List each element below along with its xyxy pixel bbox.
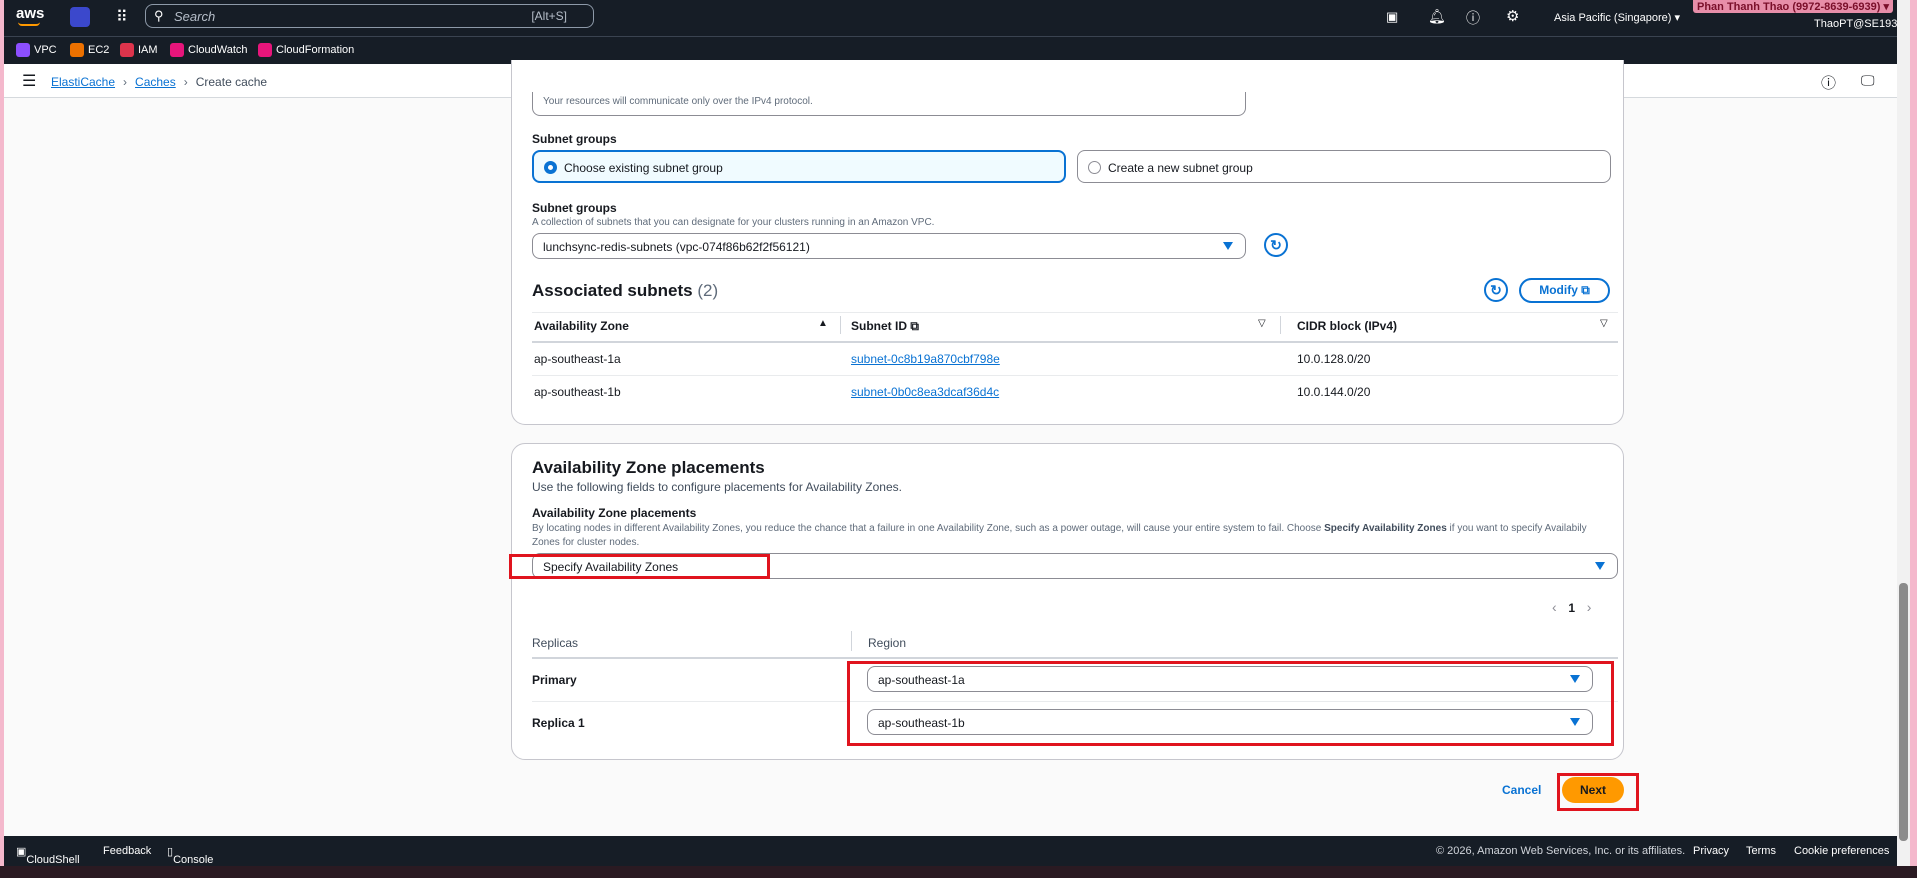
highlight-box	[509, 554, 770, 579]
search-placeholder: Search	[174, 9, 216, 24]
option-label: Create a new subnet group	[1108, 161, 1253, 175]
mobile-app-link[interactable]: ▯ Console Mobile App	[167, 845, 213, 866]
column-replicas: Replicas	[532, 636, 579, 650]
sort-icon[interactable]: ▽	[1258, 318, 1266, 329]
info-icon[interactable]: ⓘ	[1821, 72, 1836, 93]
subnet-select-label: Subnet groups	[532, 201, 617, 215]
sort-ascending-icon[interactable]: ▲	[818, 318, 828, 329]
breadcrumb-elasticache[interactable]: ElastiCache	[51, 75, 115, 89]
az-desc: Use the following fields to configure pl…	[532, 480, 902, 494]
iam-icon	[120, 43, 134, 57]
breadcrumb-current: Create cache	[195, 75, 268, 89]
radio-selected	[544, 161, 557, 174]
subnet-groups-label: Subnet groups	[532, 132, 617, 146]
favorite-iam[interactable]: IAM	[120, 43, 158, 57]
refresh-subnet-groups-button[interactable]: ↻	[1264, 233, 1288, 257]
menu-icon[interactable]: ☰	[22, 71, 36, 91]
bell-icon[interactable]: 🔔︎	[1428, 8, 1446, 25]
favorite-vpc[interactable]: VPC	[16, 43, 57, 57]
favorite-cloudformation[interactable]: CloudFormation	[258, 43, 354, 57]
search-input[interactable]: ⚲ Search [Alt+S]	[145, 4, 594, 28]
feedback-link[interactable]: Feedback	[103, 845, 151, 857]
external-link-icon: ⧉	[910, 319, 919, 333]
console-page: aws ⠿ ⚲ Search [Alt+S] ▣ 🔔︎ ⓘ ⚙ Asia Pac…	[4, 0, 1897, 866]
user-name: ThaoPT@SE193364	[1814, 18, 1897, 30]
gear-icon[interactable]: ⚙	[1506, 7, 1519, 25]
replica-label: Primary	[532, 673, 577, 687]
cloudshell-link[interactable]: ▣ CloudShell	[16, 845, 80, 866]
search-shortcut: [Alt+S]	[531, 9, 567, 23]
az-field-desc: By locating nodes in different Availabil…	[532, 523, 1587, 548]
region-selector[interactable]: Asia Pacific (Singapore) ▾	[1554, 11, 1680, 24]
associated-subnets-title: Associated subnets (2)	[532, 281, 719, 300]
next-page-icon[interactable]: ›	[1587, 599, 1592, 615]
chevron-down-icon	[1595, 562, 1605, 570]
highlight-box	[1557, 773, 1639, 811]
breadcrumb-caches[interactable]: Caches	[135, 75, 176, 89]
az-title: Availability Zone placements	[532, 458, 765, 477]
current-page[interactable]: 1	[1568, 601, 1575, 615]
highlight-box	[847, 661, 1614, 746]
subnet-select-desc: A collection of subnets that you can des…	[532, 217, 935, 228]
display-icon[interactable]: 🖵︎	[1861, 72, 1875, 89]
replica-label: Replica 1	[532, 716, 585, 730]
amazon-q-icon[interactable]	[70, 7, 90, 27]
radio-unselected	[1088, 161, 1101, 174]
cloudshell-icon[interactable]: ▣	[1386, 9, 1398, 25]
subnet-group-select[interactable]: lunchsync-redis-subnets (vpc-074f86b62f2…	[532, 233, 1246, 259]
refresh-subnets-button[interactable]: ↻	[1484, 278, 1508, 302]
vpc-icon	[16, 43, 30, 57]
search-icon: ⚲	[154, 8, 164, 23]
column-region: Region	[868, 636, 907, 650]
chevron-down-icon	[1223, 242, 1233, 250]
favorite-cloudwatch[interactable]: CloudWatch	[170, 43, 248, 57]
ec2-icon	[70, 43, 84, 57]
scrollbar[interactable]	[1897, 0, 1910, 866]
apps-grid-icon[interactable]: ⠿	[116, 7, 128, 27]
aws-logo[interactable]: aws	[16, 5, 44, 22]
column-subnet-id[interactable]: Subnet ID ⧉	[851, 319, 919, 334]
az-field-label: Availability Zone placements	[532, 506, 697, 520]
cloudwatch-icon	[170, 43, 184, 57]
modify-button[interactable]: Modify ⧉	[1519, 278, 1610, 303]
ipv4-note: Your resources will communicate only ove…	[532, 92, 1246, 116]
prev-page-icon[interactable]: ‹	[1552, 599, 1557, 615]
favorite-ec2[interactable]: EC2	[70, 43, 109, 57]
connectivity-card: Your resources will communicate only ove…	[511, 60, 1624, 425]
column-availability-zone[interactable]: Availability Zone	[534, 319, 629, 333]
account-menu[interactable]: Phan Thanh Thao (9972-8639-6939) ▾	[1693, 0, 1893, 13]
cloudformation-icon	[258, 43, 272, 57]
privacy-link[interactable]: Privacy	[1693, 845, 1729, 857]
cookie-preferences-link[interactable]: Cookie preferences	[1794, 845, 1889, 857]
pagination: ‹ 1 ›	[1552, 599, 1591, 615]
option-new-subnet-group[interactable]: Create a new subnet group	[1077, 150, 1611, 183]
sort-icon[interactable]: ▽	[1600, 318, 1608, 329]
terms-link[interactable]: Terms	[1746, 845, 1776, 857]
cancel-button[interactable]: Cancel	[1502, 783, 1541, 797]
aws-smile-icon	[18, 22, 40, 26]
column-cidr-block[interactable]: CIDR block (IPv4)	[1297, 319, 1397, 333]
subnet-link[interactable]: subnet-0b0c8ea3dcaf36d4c	[851, 385, 999, 399]
option-label: Choose existing subnet group	[564, 161, 723, 175]
option-existing-subnet-group[interactable]: Choose existing subnet group	[532, 150, 1066, 183]
scrollbar-thumb[interactable]	[1899, 583, 1908, 841]
breadcrumb: ElastiCache › Caches › Create cache	[51, 75, 268, 89]
copyright: © 2026, Amazon Web Services, Inc. or its…	[1436, 845, 1686, 857]
top-navigation: aws ⠿ ⚲ Search [Alt+S] ▣ 🔔︎ ⓘ ⚙ Asia Pac…	[4, 0, 1897, 37]
subnet-link[interactable]: subnet-0c8b19a870cbf798e	[851, 352, 1000, 366]
footer: ▣ CloudShell Feedback ▯ Console Mobile A…	[4, 836, 1897, 866]
help-icon[interactable]: ⓘ	[1466, 8, 1480, 28]
